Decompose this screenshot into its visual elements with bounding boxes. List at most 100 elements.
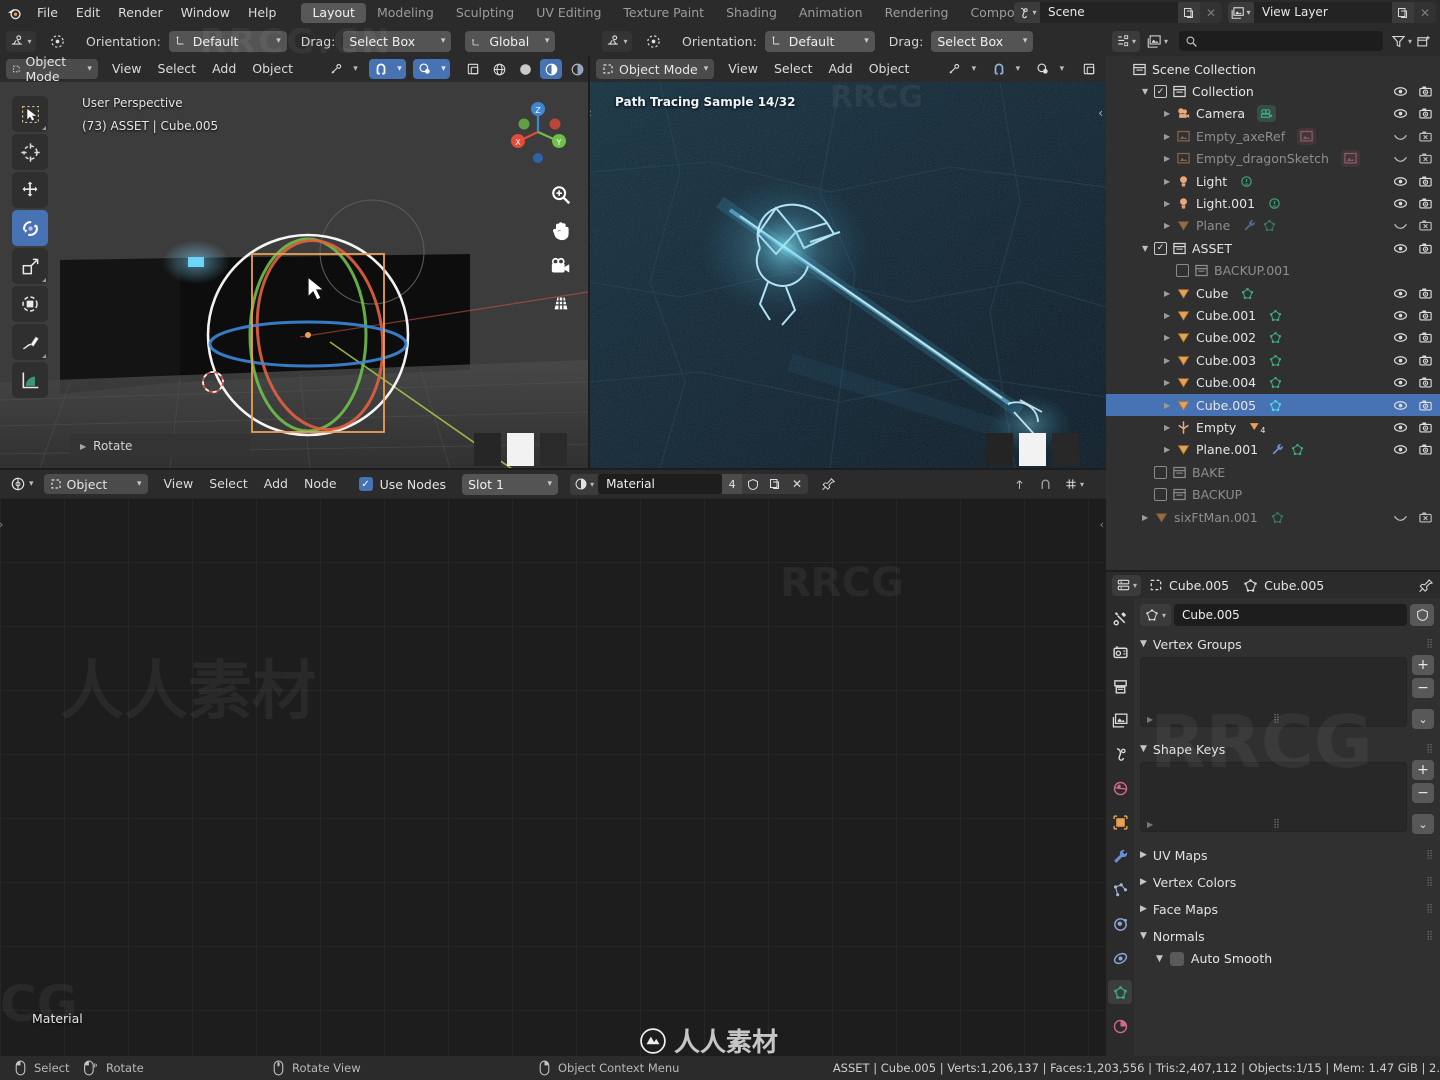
outliner-row-empty_dragonsketch[interactable]: ▶Empty_dragonSketch bbox=[1106, 148, 1440, 170]
grip-icon[interactable]: ⣿ bbox=[1273, 714, 1280, 724]
disable-render-icon[interactable] bbox=[1418, 308, 1433, 323]
proportional-editing-toggle[interactable]: ▾ bbox=[1031, 59, 1068, 79]
disclosure-triangle-icon[interactable]: ▼ bbox=[1142, 87, 1154, 96]
node-menu-view[interactable]: View bbox=[156, 474, 202, 494]
outliner-row-plane[interactable]: ▶Plane bbox=[1106, 215, 1440, 237]
properties-editor-icon[interactable]: ▾ bbox=[1112, 575, 1141, 596]
hide-viewport-icon[interactable] bbox=[1393, 106, 1408, 121]
node-menu-select[interactable]: Select bbox=[201, 474, 256, 494]
view-layer-selector[interactable]: ▾ View Layer ✕ bbox=[1228, 2, 1436, 23]
disable-render-icon[interactable] bbox=[1418, 218, 1433, 233]
hide-viewport-icon[interactable] bbox=[1393, 375, 1408, 390]
viewport-right-menu-view[interactable]: View bbox=[720, 59, 766, 79]
pin-icon[interactable] bbox=[816, 474, 842, 494]
shader-node-canvas[interactable]: Material › ‹ bbox=[0, 498, 1106, 1056]
hide-viewport-icon[interactable] bbox=[1393, 174, 1408, 189]
disable-render-icon[interactable] bbox=[1418, 241, 1433, 256]
vertex-group-specials-menu[interactable]: ⌄ bbox=[1412, 709, 1434, 729]
outliner-row-cube-002[interactable]: ▶Cube.002 bbox=[1106, 327, 1440, 349]
orientation-dropdown[interactable]: Default ▾ bbox=[169, 31, 287, 52]
snap-grid-icon[interactable]: ▾ bbox=[1060, 474, 1088, 494]
snap-up-icon[interactable] bbox=[1008, 474, 1030, 494]
shader-type-dropdown[interactable]: Object ▾ bbox=[44, 474, 148, 494]
menu-edit[interactable]: Edit bbox=[67, 2, 109, 24]
hide-viewport-icon[interactable] bbox=[1393, 151, 1408, 166]
disclosure-triangle-icon[interactable]: ▼ bbox=[1142, 244, 1154, 253]
mesh-data-icon[interactable] bbox=[1268, 330, 1283, 345]
outliner-row-cube-003[interactable]: ▶Cube.003 bbox=[1106, 349, 1440, 371]
disable-render-icon[interactable] bbox=[1418, 420, 1433, 435]
disclosure-triangle-icon[interactable]: ▶ bbox=[1142, 513, 1154, 522]
grip-icon[interactable]: ⣿ bbox=[1273, 819, 1280, 829]
mesh-name-field[interactable]: Cube.005 bbox=[1174, 604, 1407, 626]
mesh-data-icon[interactable] bbox=[1262, 218, 1277, 233]
toggle-xray-icon[interactable] bbox=[462, 59, 484, 79]
add-vertex-group-button[interactable]: + bbox=[1412, 655, 1434, 675]
world-properties-tab[interactable] bbox=[1108, 776, 1132, 800]
outliner-row-scene-collection[interactable]: Scene Collection bbox=[1106, 58, 1440, 80]
fake-user-icon[interactable] bbox=[1410, 604, 1434, 626]
snapping-toggle[interactable]: ▾ bbox=[987, 59, 1024, 79]
viewport-right-menu-object[interactable]: Object bbox=[861, 59, 918, 79]
scene-selector[interactable]: ▾ Scene ✕ bbox=[1014, 2, 1222, 23]
disclosure-triangle-icon[interactable]: ▶ bbox=[1164, 154, 1176, 163]
active-tool-icon[interactable]: ▾ bbox=[602, 31, 632, 52]
outliner-row-bake[interactable]: BAKE bbox=[1106, 461, 1440, 483]
material-icon[interactable]: ▾ bbox=[570, 474, 598, 495]
disable-render-icon[interactable] bbox=[1418, 174, 1433, 189]
view-layer-name[interactable]: View Layer bbox=[1254, 2, 1392, 23]
breadcrumb-data[interactable]: Cube.005 bbox=[1243, 578, 1324, 593]
region-toggle-left-icon[interactable]: ‹ bbox=[590, 106, 592, 120]
pan-hand-icon[interactable] bbox=[548, 218, 574, 244]
panel-vertex-groups[interactable]: ▼ Vertex Groups ⣿ bbox=[1140, 633, 1434, 655]
image-data-icon[interactable] bbox=[1341, 150, 1360, 167]
disclosure-triangle-icon[interactable]: ▶ bbox=[1164, 289, 1176, 298]
menu-window[interactable]: Window bbox=[172, 2, 239, 24]
mesh-data-icon[interactable] bbox=[1268, 308, 1283, 323]
rotate-tool-icon[interactable] bbox=[638, 31, 668, 52]
annotate-tool[interactable] bbox=[12, 324, 48, 360]
tool-properties-tab[interactable] bbox=[1108, 606, 1132, 630]
hide-viewport-icon[interactable] bbox=[1393, 420, 1408, 435]
node-menu-node[interactable]: Node bbox=[296, 474, 345, 494]
operator-panel[interactable]: ▶ Rotate bbox=[70, 434, 250, 458]
transform-tool[interactable] bbox=[12, 286, 48, 322]
blender-logo-icon[interactable] bbox=[0, 0, 28, 26]
hide-viewport-icon[interactable] bbox=[1393, 129, 1408, 144]
outliner-row-cube-005[interactable]: ▶Cube.005 bbox=[1106, 394, 1440, 416]
modifier-icon[interactable] bbox=[1270, 442, 1285, 457]
disable-render-icon[interactable] bbox=[1418, 375, 1433, 390]
hide-viewport-icon[interactable] bbox=[1393, 286, 1408, 301]
outliner-row-cube[interactable]: ▶Cube bbox=[1106, 282, 1440, 304]
transform-orientation-dropdown[interactable]: Global ▾ bbox=[465, 31, 555, 52]
region-toggle-right-icon[interactable]: ‹ bbox=[1098, 106, 1103, 120]
hide-viewport-icon[interactable] bbox=[1393, 196, 1408, 211]
panel-face-maps[interactable]: ▶ Face Maps ⣿ bbox=[1140, 898, 1434, 920]
object-mode-selector[interactable]: Object Mode ▾ bbox=[596, 59, 714, 79]
outliner-row-backup-001[interactable]: BACKUP.001 bbox=[1106, 260, 1440, 282]
workspace-tab-texture-paint[interactable]: Texture Paint bbox=[612, 3, 715, 23]
sidebar-toggle-right-icon[interactable]: ‹ bbox=[1100, 518, 1104, 531]
remove-vertex-group-button[interactable]: − bbox=[1412, 678, 1434, 698]
disclosure-triangle-icon[interactable]: ▶ bbox=[1147, 715, 1153, 724]
orientation-dropdown[interactable]: Default ▾ bbox=[765, 31, 875, 52]
hide-viewport-icon[interactable] bbox=[1393, 510, 1408, 525]
toggle-perspective-icon[interactable] bbox=[548, 290, 574, 316]
x-icon[interactable]: ✕ bbox=[1414, 2, 1436, 23]
hide-viewport-icon[interactable] bbox=[1393, 353, 1408, 368]
mesh-children-4-icon[interactable]: 4 bbox=[1248, 420, 1265, 435]
menu-file[interactable]: File bbox=[28, 2, 67, 24]
mesh-data-icon[interactable] bbox=[1268, 398, 1283, 413]
zoom-icon[interactable] bbox=[548, 182, 574, 208]
outliner-row-light-001[interactable]: ▶Light.001 bbox=[1106, 192, 1440, 214]
rotate-tool[interactable] bbox=[12, 210, 48, 246]
disclosure-triangle-icon[interactable]: ▶ bbox=[1164, 132, 1176, 141]
disclosure-triangle-icon[interactable]: ▶ bbox=[1164, 221, 1176, 230]
workspace-tab-animation[interactable]: Animation bbox=[788, 3, 874, 23]
outliner-display-icon[interactable]: ▾ bbox=[1112, 31, 1140, 52]
collection-checkbox[interactable] bbox=[1154, 466, 1167, 479]
viewport-right-menu-add[interactable]: Add bbox=[821, 59, 861, 79]
disable-render-icon[interactable] bbox=[1418, 151, 1433, 166]
panel-shape-keys[interactable]: ▼ Shape Keys ⣿ bbox=[1140, 738, 1434, 760]
hide-viewport-icon[interactable] bbox=[1393, 442, 1408, 457]
